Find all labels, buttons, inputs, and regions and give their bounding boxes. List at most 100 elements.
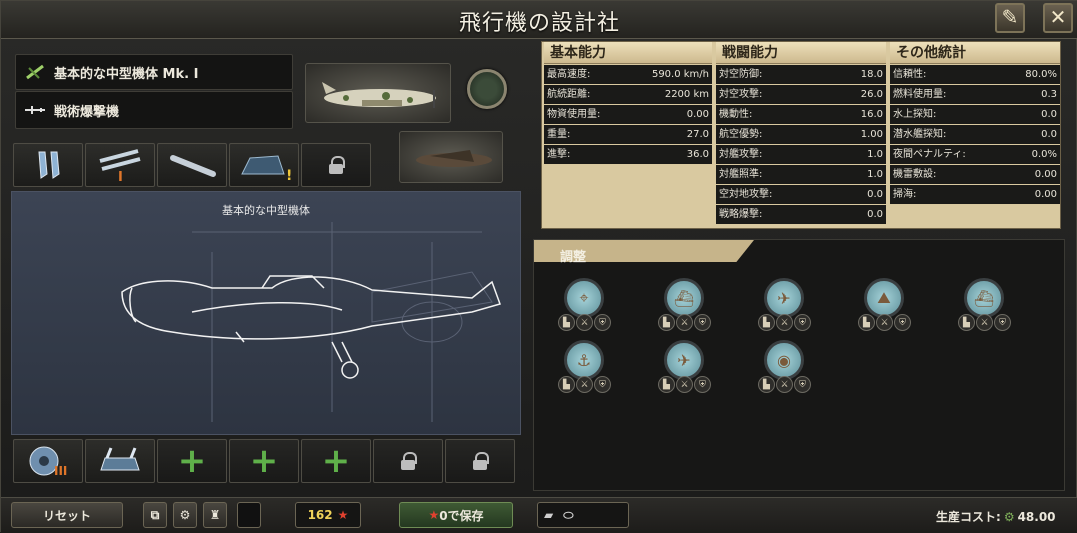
stat-row: 進撃: 36.0 (544, 145, 712, 164)
stat-row: 潜水艦探知: 0.0 (890, 125, 1060, 144)
shield-icon: ⛨ (894, 314, 911, 331)
stat-row: 水上探知: 0.0 (890, 105, 1060, 124)
stat-row: 戦略爆撃: 0.0 (716, 205, 886, 224)
locked-slot-2[interactable] (445, 439, 515, 483)
stat-row: 航続距離: 2200 km (544, 85, 712, 104)
close-x-icon[interactable]: ✕ (1043, 3, 1073, 33)
production-cost-icon: ⚙ (1003, 509, 1015, 524)
adjustment-option[interactable]: ✈ ▙ ⚔ ⛨ (754, 278, 814, 340)
boot-icon: ▙ (858, 314, 875, 331)
stat-value: 2200 km (664, 89, 709, 100)
settings-gear-icon[interactable]: ⚙ (173, 502, 197, 528)
variant-thumbnail[interactable] (399, 131, 503, 183)
sword-icon: ⚔ (976, 314, 993, 331)
stat-value: 0.0 (867, 189, 883, 200)
adjustment-option[interactable]: ⌖ ▙ ⚔ ⛨ (554, 278, 614, 340)
stat-value: 0.0 (1041, 129, 1057, 140)
boot-icon: ▙ (658, 314, 675, 331)
stat-value: 27.0 (686, 129, 709, 140)
design-panel: 基本的な中型機体 Mk. I 戦術爆撃機 I ! 基本的な中型機体 III + … (11, 45, 521, 491)
empty-slot-add-2[interactable]: + (229, 439, 299, 483)
adjustment-option[interactable]: ✈ ▙ ⚔ ⛨ (654, 340, 714, 402)
empty-slot-add-1[interactable]: + (157, 439, 227, 483)
module-slot-1[interactable] (13, 143, 83, 187)
template-icon: ▰ (544, 508, 554, 522)
stat-value: 1.0 (867, 169, 883, 180)
sword-icon: ⚔ (576, 314, 593, 331)
module-slot-5-locked[interactable] (301, 143, 371, 187)
save-design-button[interactable]: ★ 0で保存 (399, 502, 513, 528)
experience-star-icon: ★ (337, 508, 349, 522)
stat-row: 燃料使用量: 0.3 (890, 85, 1060, 104)
stat-label: 対空攻撃: (719, 89, 763, 100)
stat-value: 590.0 km/h (651, 69, 709, 80)
rename-pen-icon[interactable]: ✎ (995, 3, 1025, 33)
cas-target-icon: ⌖ (564, 278, 604, 318)
design-name-field[interactable]: 基本的な中型機体 Mk. I (15, 54, 293, 90)
sword-icon: ⚔ (676, 314, 693, 331)
camouflage-toggle-knob[interactable] (467, 69, 507, 109)
sword-icon: ⚔ (776, 314, 793, 331)
stat-label: 対艦照準: (719, 169, 763, 180)
design-name: 基本的な中型機体 Mk. I (54, 66, 199, 82)
boot-icon: ▙ (958, 314, 975, 331)
armament-slot[interactable] (85, 439, 155, 483)
engine-tier-badge: III (54, 464, 68, 478)
sword-icon: ⚔ (676, 376, 693, 393)
engine-slot[interactable]: III (13, 439, 83, 483)
stat-value: 0.00 (1034, 169, 1057, 180)
other-stats-header: その他統計 (890, 42, 1060, 64)
stat-value: 0.0 (867, 209, 883, 220)
design-template-selector[interactable]: ▰ ⬭ (537, 502, 629, 528)
gun-turret-icon (100, 447, 140, 471)
stat-value: 0.3 (1041, 89, 1057, 100)
experience-counter: 162 ★ (295, 502, 361, 528)
reset-button[interactable]: リセット (11, 502, 123, 528)
stat-label: 機雷敷設: (893, 169, 937, 180)
adjust-title: 調整 (560, 250, 587, 265)
recon-icon: ◉ (764, 340, 804, 380)
bomber-icon: ✈ (664, 340, 704, 380)
template-toggle-icon: ⬭ (563, 507, 574, 522)
stat-value: 1.00 (860, 129, 883, 140)
module-slot-2[interactable]: I (85, 143, 155, 187)
stat-label: 夜間ペナルティ: (893, 149, 966, 160)
stat-label: 信頼性: (893, 69, 927, 80)
bomber-silhouette-icon (322, 82, 436, 108)
locked-slot-1[interactable] (373, 439, 443, 483)
lock-icon (473, 452, 489, 470)
empty-slot-add-3[interactable]: + (301, 439, 371, 483)
module-slot-3[interactable] (157, 143, 227, 187)
stat-value: 80.0% (1025, 69, 1057, 80)
adjustment-option[interactable]: ⛴ ▙ ⚔ ⛨ (654, 278, 714, 340)
design-role-field[interactable]: 戦術爆撃機 (15, 91, 293, 129)
adjustment-option[interactable]: ⚓ ▙ ⚔ ⛨ (554, 340, 614, 402)
stat-label: 進撃: (547, 149, 571, 160)
stat-label: 対艦攻撃: (719, 149, 763, 160)
add-icon: + (177, 441, 207, 481)
adjust-panel: 調整 ⌖ ▙ ⚔ ⛨ ⛴ ▙ ⚔ ⛨ ✈ ▙ ⚔ ⛨ ⛰ ▙ ⚔ ⛨ ⛴ ▙ ⚔ ⛨ ⚓ ▙ ⚔ ⛨ ✈ ▙ ⚔ ⛨ ◉ ▙ ⚔ ⛨ (533, 239, 1065, 491)
combat-stats-header: 戦闘能力 (716, 42, 886, 64)
adjustment-option[interactable]: ◉ ▙ ⚔ ⛨ (754, 340, 814, 402)
stat-row: 対空防御: 18.0 (716, 65, 886, 84)
shield-icon: ⛨ (594, 376, 611, 393)
stat-value: 0.0 (1041, 109, 1057, 120)
stats-panel: 基本能力 最高速度: 590.0 km/h 航続距離: 2200 km 物資使用量: 0.… (541, 41, 1061, 229)
stat-label: 対空防御: (719, 69, 763, 80)
module-slot-4[interactable]: ! (229, 143, 299, 187)
copy-design-icon[interactable]: ⧉ (143, 502, 167, 528)
adjustment-option[interactable]: ⛰ ▙ ⚔ ⛨ (854, 278, 914, 340)
color-swatch[interactable] (237, 502, 261, 528)
aircraft-model-preview[interactable] (305, 63, 451, 123)
cannon-toggle-icon[interactable]: ♜ (203, 502, 227, 528)
shield-icon: ⛨ (694, 376, 711, 393)
adjustment-option[interactable]: ⛴ ▙ ⚔ ⛨ (954, 278, 1014, 340)
stat-row: 最高速度: 590.0 km/h (544, 65, 712, 84)
naval-strike-icon: ⛴ (664, 278, 704, 318)
stat-label: 空対地攻撃: (719, 189, 773, 200)
stat-label: 掃海: (893, 189, 917, 200)
add-icon: + (321, 441, 351, 481)
stat-row: 航空優勢: 1.00 (716, 125, 886, 144)
stat-row: 機動性: 16.0 (716, 105, 886, 124)
boot-icon: ▙ (758, 376, 775, 393)
